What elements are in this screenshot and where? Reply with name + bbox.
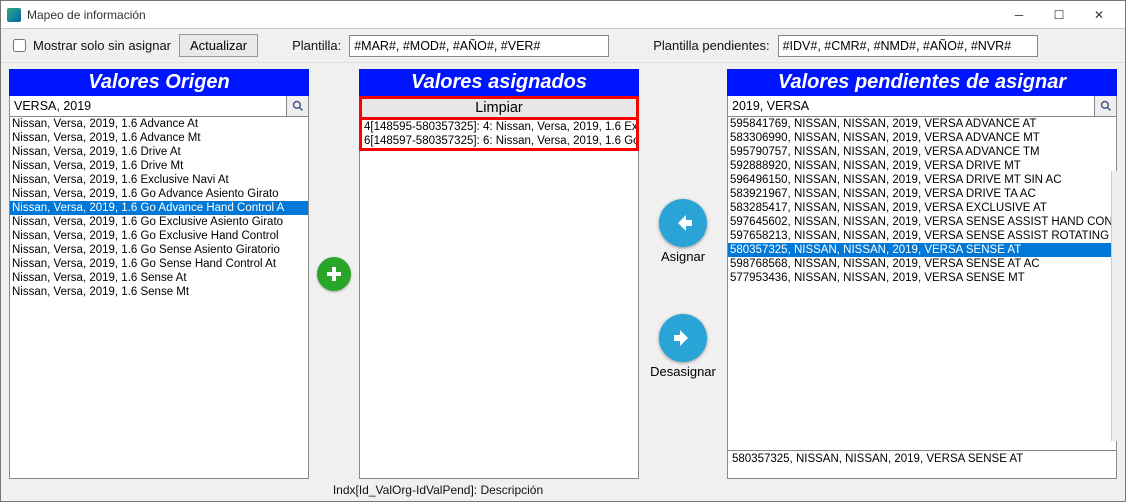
list-item[interactable]: 583285417, NISSAN, NISSAN, 2019, VERSA E… bbox=[728, 201, 1116, 215]
content-area: Valores Origen Nissan, Versa, 2019, 1.6 … bbox=[1, 63, 1125, 479]
list-item[interactable]: 6[148597-580357325]: 6: Nissan, Versa, 2… bbox=[362, 134, 636, 148]
show-unassigned-checkbox[interactable]: Mostrar solo sin asignar bbox=[9, 36, 171, 55]
plus-icon bbox=[324, 264, 344, 284]
plantilla-input[interactable] bbox=[349, 35, 609, 57]
asignados-visible-list[interactable]: 4[148595-580357325]: 4: Nissan, Versa, 2… bbox=[362, 120, 636, 148]
list-item[interactable]: Nissan, Versa, 2019, 1.6 Advance Mt bbox=[10, 131, 308, 145]
list-item[interactable]: 4[148595-580357325]: 4: Nissan, Versa, 2… bbox=[362, 120, 636, 134]
origen-list[interactable]: Nissan, Versa, 2019, 1.6 Advance AtNissa… bbox=[9, 117, 309, 479]
desasignar-button[interactable]: Desasignar bbox=[650, 314, 716, 379]
minimize-button[interactable]: ─ bbox=[999, 3, 1039, 27]
show-unassigned-input[interactable] bbox=[13, 39, 26, 52]
list-item[interactable]: Nissan, Versa, 2019, 1.6 Advance At bbox=[10, 117, 308, 131]
list-item[interactable]: 580357325, NISSAN, NISSAN, 2019, VERSA S… bbox=[728, 243, 1116, 257]
desasignar-label: Desasignar bbox=[650, 364, 716, 379]
list-item[interactable]: 583306990, NISSAN, NISSAN, 2019, VERSA A… bbox=[728, 131, 1116, 145]
origen-header: Valores Origen bbox=[9, 69, 309, 96]
pendientes-list[interactable]: 595841769, NISSAN, NISSAN, 2019, VERSA A… bbox=[727, 117, 1117, 451]
add-button[interactable] bbox=[317, 257, 351, 291]
plantilla-pend-input[interactable] bbox=[778, 35, 1038, 57]
panel-origen: Valores Origen Nissan, Versa, 2019, 1.6 … bbox=[9, 69, 309, 479]
search-icon bbox=[1100, 100, 1112, 112]
pendientes-detail: 580357325, NISSAN, NISSAN, 2019, VERSA S… bbox=[727, 451, 1117, 479]
list-item[interactable]: 592888920, NISSAN, NISSAN, 2019, VERSA D… bbox=[728, 159, 1116, 173]
asignar-label: Asignar bbox=[661, 249, 705, 264]
list-item[interactable]: Nissan, Versa, 2019, 1.6 Exclusive Navi … bbox=[10, 173, 308, 187]
list-item[interactable]: 583921967, NISSAN, NISSAN, 2019, VERSA D… bbox=[728, 187, 1116, 201]
list-item[interactable]: Nissan, Versa, 2019, 1.6 Go Advance Asie… bbox=[10, 187, 308, 201]
app-icon bbox=[7, 8, 21, 22]
panel-pendientes: Valores pendientes de asignar 595841769,… bbox=[727, 69, 1117, 479]
list-item[interactable]: 596496150, NISSAN, NISSAN, 2019, VERSA D… bbox=[728, 173, 1116, 187]
plantilla-label: Plantilla: bbox=[292, 38, 341, 53]
toolbar: Mostrar solo sin asignar Actualizar Plan… bbox=[1, 29, 1125, 63]
app-window: Mapeo de información ─ ☐ ✕ Mostrar solo … bbox=[0, 0, 1126, 502]
maximize-button[interactable]: ☐ bbox=[1039, 3, 1079, 27]
list-item[interactable]: Nissan, Versa, 2019, 1.6 Go Exclusive Ha… bbox=[10, 229, 308, 243]
panel-asignados: Valores asignados Limpiar 4[148595-58035… bbox=[359, 69, 639, 479]
list-item[interactable]: Nissan, Versa, 2019, 1.6 Drive At bbox=[10, 145, 308, 159]
asignados-list[interactable] bbox=[359, 151, 639, 479]
update-button[interactable]: Actualizar bbox=[179, 34, 258, 57]
assign-buttons-column: Asignar Desasignar bbox=[643, 69, 723, 479]
list-item[interactable]: Nissan, Versa, 2019, 1.6 Drive Mt bbox=[10, 159, 308, 173]
list-item[interactable]: 595790757, NISSAN, NISSAN, 2019, VERSA A… bbox=[728, 145, 1116, 159]
limpiar-button[interactable]: Limpiar bbox=[362, 99, 636, 120]
statusbar: Indx[Id_ValOrg-IdValPend]: Descripción bbox=[1, 479, 1125, 501]
scrollbar[interactable] bbox=[1111, 171, 1125, 441]
titlebar: Mapeo de información ─ ☐ ✕ bbox=[1, 1, 1125, 29]
list-item[interactable]: Nissan, Versa, 2019, 1.6 Go Sense Hand C… bbox=[10, 257, 308, 271]
status-text: Indx[Id_ValOrg-IdValPend]: Descripción bbox=[333, 483, 543, 497]
plantilla-pend-label: Plantilla pendientes: bbox=[653, 38, 769, 53]
search-icon bbox=[292, 100, 304, 112]
pendientes-header: Valores pendientes de asignar bbox=[727, 69, 1117, 96]
list-item[interactable]: Nissan, Versa, 2019, 1.6 Go Advance Hand… bbox=[10, 201, 308, 215]
list-item[interactable]: Nissan, Versa, 2019, 1.6 Go Exclusive As… bbox=[10, 215, 308, 229]
asignados-header: Valores asignados bbox=[359, 69, 639, 96]
arrow-left-icon bbox=[670, 210, 696, 236]
origen-search-button[interactable] bbox=[286, 96, 308, 116]
list-item[interactable]: Nissan, Versa, 2019, 1.6 Sense Mt bbox=[10, 285, 308, 299]
list-item[interactable]: 577953436, NISSAN, NISSAN, 2019, VERSA S… bbox=[728, 271, 1116, 285]
origen-search-input[interactable] bbox=[10, 96, 286, 116]
show-unassigned-label: Mostrar solo sin asignar bbox=[33, 38, 171, 53]
close-button[interactable]: ✕ bbox=[1079, 3, 1119, 27]
list-item[interactable]: Nissan, Versa, 2019, 1.6 Sense At bbox=[10, 271, 308, 285]
pendientes-search-button[interactable] bbox=[1094, 96, 1116, 116]
asignar-button[interactable]: Asignar bbox=[659, 199, 707, 264]
arrow-right-icon bbox=[670, 325, 696, 351]
list-item[interactable]: 595841769, NISSAN, NISSAN, 2019, VERSA A… bbox=[728, 117, 1116, 131]
add-column bbox=[313, 69, 355, 479]
asignados-highlight-frame: Limpiar 4[148595-580357325]: 4: Nissan, … bbox=[359, 96, 639, 151]
pendientes-search-input[interactable] bbox=[728, 96, 1094, 116]
list-item[interactable]: 598768568, NISSAN, NISSAN, 2019, VERSA S… bbox=[728, 257, 1116, 271]
window-title: Mapeo de información bbox=[27, 8, 146, 22]
list-item[interactable]: Nissan, Versa, 2019, 1.6 Go Sense Asient… bbox=[10, 243, 308, 257]
list-item[interactable]: 597658213, NISSAN, NISSAN, 2019, VERSA S… bbox=[728, 229, 1116, 243]
list-item[interactable]: 597645602, NISSAN, NISSAN, 2019, VERSA S… bbox=[728, 215, 1116, 229]
